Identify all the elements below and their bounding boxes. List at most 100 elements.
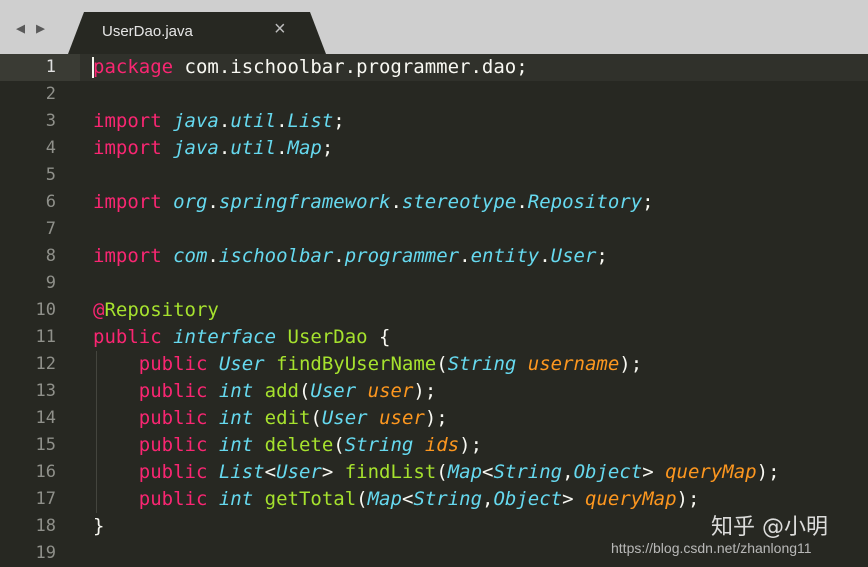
code-token: edit — [264, 407, 311, 429]
code-token: . — [390, 191, 402, 213]
code-line[interactable]: import org.springframework.stereotype.Re… — [93, 189, 654, 216]
code-line[interactable]: public int getTotal(Map<String,Object> q… — [93, 486, 700, 513]
code-token: UserDao — [287, 326, 368, 348]
code-token: User — [550, 245, 597, 267]
gutter-line: 1 — [0, 54, 80, 81]
code-token: com — [173, 245, 208, 267]
code-token: getTotal — [264, 488, 357, 510]
line-number: 1 — [45, 57, 56, 77]
code-token: int — [218, 488, 254, 510]
text-cursor — [92, 57, 94, 78]
code-token: programmer — [344, 245, 460, 267]
gutter-line: 10 — [0, 297, 80, 324]
code-token: User — [321, 407, 368, 429]
code-line[interactable]: public List<User> findList(Map<String,Ob… — [93, 459, 780, 486]
line-number: 7 — [45, 219, 56, 239]
line-number-gutter: 1 2 3 4 5 6 7 8 9 10 11 12 13 14 15 16 17 18 19 — [0, 54, 80, 563]
code-token: util — [230, 137, 277, 159]
code-line[interactable]: @Repository — [93, 297, 219, 324]
tab-nav-left-icon[interactable]: ◀ — [16, 18, 25, 38]
tab-userdao[interactable]: UserDao.java × — [68, 12, 326, 54]
code-line[interactable]: public int edit(User user); — [93, 405, 448, 432]
code-token: Map — [447, 461, 483, 483]
line-number: 19 — [35, 543, 56, 563]
code-token: public — [138, 353, 208, 375]
code-token: < — [482, 461, 494, 483]
code-token: public — [138, 488, 208, 510]
gutter-line: 14 — [0, 405, 80, 432]
gutter-line: 6 — [0, 189, 80, 216]
code-token: ; — [321, 137, 334, 159]
code-token: } — [93, 515, 105, 537]
code-token: < — [264, 461, 277, 483]
code-token: ids — [424, 434, 460, 456]
code-line[interactable]: public int delete(String ids); — [93, 432, 482, 459]
watermark-url: https://blog.csdn.net/zhanlong11 — [611, 540, 812, 556]
code-token: User — [310, 380, 357, 402]
code-token: int — [218, 434, 254, 456]
code-token: package — [93, 56, 174, 78]
code-token: ); — [413, 380, 437, 402]
code-token: . — [276, 110, 288, 132]
code-token: com.ischoolbar.programmer.dao; — [173, 56, 528, 78]
code-token: springframework — [218, 191, 391, 213]
code-token: > — [642, 461, 666, 483]
code-token: String — [413, 488, 483, 510]
code-token: java — [173, 110, 219, 132]
code-token: delete — [264, 434, 334, 456]
line-number: 14 — [35, 408, 56, 428]
code-line[interactable]: public User findByUserName(String userna… — [93, 351, 642, 378]
line-number: 12 — [35, 354, 56, 374]
line-number: 18 — [35, 516, 56, 536]
code-token: , — [562, 461, 574, 483]
code-token: public — [93, 326, 162, 348]
code-token: org — [173, 191, 208, 213]
code-token: public — [138, 380, 208, 402]
code-token: import — [93, 245, 162, 267]
gutter-line: 4 — [0, 135, 80, 162]
code-token: ( — [310, 407, 322, 429]
tab-nav-right-icon[interactable]: ▶ — [36, 18, 45, 38]
code-line[interactable]: public int add(User user); — [93, 378, 437, 405]
code-token: util — [230, 110, 277, 132]
code-token: queryMap — [585, 488, 677, 510]
code-line[interactable]: import java.util.Map; — [93, 135, 333, 162]
code-token: ); — [459, 434, 483, 456]
line-number: 15 — [35, 435, 56, 455]
code-token: . — [276, 137, 288, 159]
line-number: 9 — [45, 273, 56, 293]
code-token: stereotype — [401, 191, 517, 213]
code-token: > — [562, 488, 586, 510]
code-line[interactable]: import java.util.List; — [93, 108, 345, 135]
code-line[interactable]: import com.ischoolbar.programmer.entity.… — [93, 243, 608, 270]
code-token: user — [379, 407, 425, 429]
code-editor[interactable]: 1 2 3 4 5 6 7 8 9 10 11 12 13 14 15 16 17 18 19 package co… — [0, 54, 868, 563]
code-token: public — [138, 461, 208, 483]
code-line[interactable]: } — [93, 513, 104, 540]
code-token: Map — [367, 488, 402, 510]
code-token: List — [287, 110, 334, 132]
code-line[interactable]: package com.ischoolbar.programmer.dao; — [93, 54, 528, 81]
code-token: , — [482, 488, 494, 510]
code-token: ); — [424, 407, 448, 429]
close-icon[interactable]: × — [274, 19, 286, 39]
code-line[interactable]: public interface UserDao { — [93, 324, 390, 351]
code-token: ( — [333, 434, 345, 456]
code-token: ); — [676, 488, 700, 510]
